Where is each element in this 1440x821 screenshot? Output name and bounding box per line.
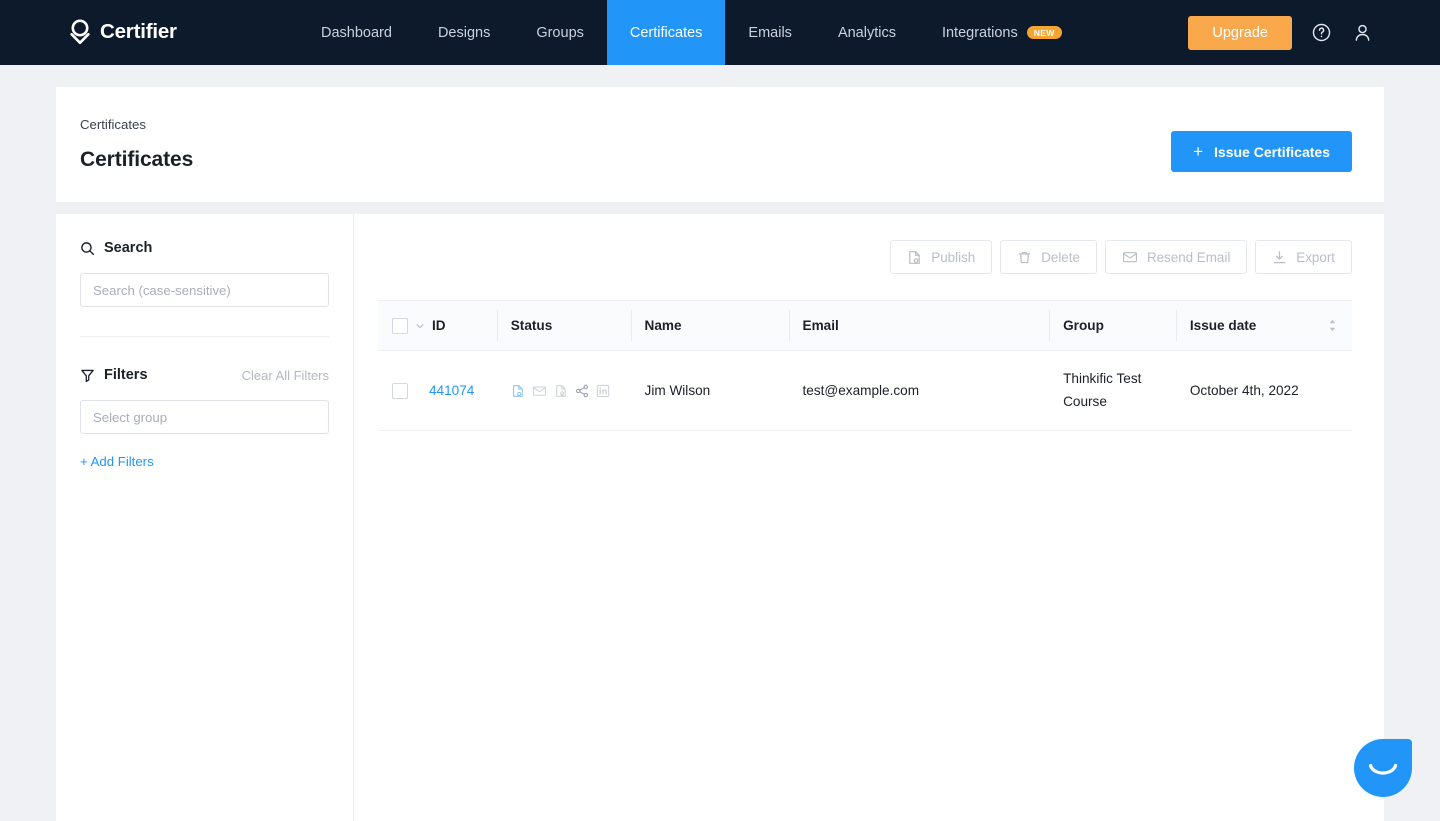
search-section-header: Search [80,240,329,256]
trash-icon [1019,251,1031,263]
cell-id: 441074 [378,350,497,431]
table-header-name-label: Name [644,318,682,333]
nav-right-actions: Upgrade [1188,0,1440,65]
table-header-name: Name [630,300,789,351]
status-icon-group [511,384,617,398]
nav-label: Emails [748,24,792,41]
page-header-text: Certificates Certificates [80,117,193,172]
nav-item-analytics[interactable]: Analytics [815,0,919,65]
export-label: Export [1296,249,1335,265]
search-icon [81,241,95,255]
filter-funnel-icon [81,369,94,382]
top-navigation-bar: Certifier Dashboard Designs Groups Certi… [0,0,1440,65]
cell-name: Jim Wilson [630,350,789,431]
table-row[interactable]: 441074 Jim Wilson test@example.com Think… [378,350,1352,431]
certificates-content: Publish Delete Resend Email Export ID St… [354,214,1384,821]
linkedin-icon[interactable] [596,384,610,398]
share-icon[interactable] [575,384,589,398]
bulk-actions-toolbar: Publish Delete Resend Email Export [378,240,1352,274]
nav-label: Integrations [941,24,1018,41]
certificate-id-link[interactable]: 441074 [429,383,474,398]
help-circle-icon[interactable] [1309,21,1333,45]
table-header-issue-date[interactable]: Issue date [1175,300,1352,351]
table-header-issue-date-label: Issue date [1189,318,1257,333]
delete-label: Delete [1041,249,1080,265]
nav-label: Groups [536,24,584,41]
download-icon [1274,250,1286,263]
add-filters-button[interactable]: + Add Filters [80,454,154,469]
page-header-card: Certificates Certificates + Issue Certif… [56,87,1384,202]
certificates-table: ID Status Name Email Group Issue date 44… [378,300,1352,431]
select-all-checkbox[interactable] [392,317,408,334]
filters-title: Filters [80,367,148,383]
nav-item-integrations[interactable]: Integrations NEW [919,0,1085,65]
envelope-icon [1122,252,1137,263]
nav-item-designs[interactable]: Designs [415,0,513,65]
cell-group-text: Thinkific Test Course [1063,371,1142,409]
table-header-status-label: Status [510,318,553,333]
search-title-label: Search [104,240,153,256]
chat-smile-icon [1368,763,1398,775]
table-header-group-label: Group [1063,318,1104,333]
page-wrapper: Certificates Certificates + Issue Certif… [0,87,1440,821]
table-body: 441074 Jim Wilson test@example.com Think… [378,350,1352,431]
new-badge: NEW [1026,25,1062,40]
filters-title-label: Filters [104,367,148,383]
brand-name: Certifier [100,20,177,44]
plus-icon: + [1193,142,1204,161]
sort-toggle-icon[interactable] [1327,318,1338,333]
chat-widget-button[interactable] [1354,739,1412,797]
nav-label: Analytics [837,24,896,41]
publish-label: Publish [931,249,976,265]
resend-email-button[interactable]: Resend Email [1104,240,1248,274]
nav-links: Dashboard Designs Groups Certificates Em… [298,0,1085,65]
nav-item-emails[interactable]: Emails [725,0,815,65]
nav-label: Certificates [629,24,703,41]
cell-issue-date: October 4th, 2022 [1175,350,1352,431]
certificate-document-icon[interactable] [511,384,525,398]
user-account-icon[interactable] [1350,21,1374,45]
nav-item-certificates[interactable]: Certificates [606,0,726,65]
breadcrumb[interactable]: Certificates [80,117,193,132]
search-title: Search [80,240,152,256]
publish-button[interactable]: Publish [890,240,993,274]
upgrade-button[interactable]: Upgrade [1188,15,1292,50]
table-header-group: Group [1049,300,1176,351]
table-header-id-label: ID [432,318,446,333]
cell-status [496,350,631,431]
nav-item-dashboard[interactable]: Dashboard [298,0,415,65]
sidebar-divider [80,336,329,337]
row-select-checkbox[interactable] [392,382,408,399]
publish-document-icon [909,250,921,264]
cell-email: test@example.com [788,350,1050,431]
envelope-icon[interactable] [532,384,547,398]
select-group-input[interactable] [80,400,329,434]
filters-section-header: Filters Clear All Filters [80,367,329,383]
table-header-row: ID Status Name Email Group Issue date [378,300,1352,351]
brand-logo-link[interactable]: Certifier [0,0,300,65]
filters-sidebar: Search Filters Clear All Filters + Add F… [56,214,354,821]
issue-certificates-label: Issue Certificates [1214,143,1330,160]
issue-certificates-button[interactable]: + Issue Certificates [1171,131,1352,172]
chevron-down-icon[interactable] [415,321,425,331]
table-header-id: ID [378,300,497,351]
clear-all-filters-button[interactable]: Clear All Filters [242,368,329,383]
table-header-status: Status [496,300,631,351]
nav-label: Designs [437,24,491,41]
nav-label: Dashboard [321,24,392,41]
delete-button[interactable]: Delete [1000,240,1097,274]
table-header-email: Email [788,300,1050,351]
main-content-card: Search Filters Clear All Filters + Add F… [56,214,1384,821]
certifier-badge-icon [70,19,90,44]
resend-email-label: Resend Email [1146,249,1231,265]
page-title: Certificates [80,148,194,171]
certificate-seal-icon[interactable] [554,384,568,398]
nav-item-groups[interactable]: Groups [513,0,607,65]
search-input[interactable] [80,273,329,307]
table-header: ID Status Name Email Group Issue date [378,300,1352,351]
table-header-email-label: Email [802,318,839,333]
cell-group: Thinkific Test Course [1049,350,1176,431]
filters-section: Filters Clear All Filters + Add Filters [80,367,329,471]
export-button[interactable]: Export [1255,240,1352,274]
